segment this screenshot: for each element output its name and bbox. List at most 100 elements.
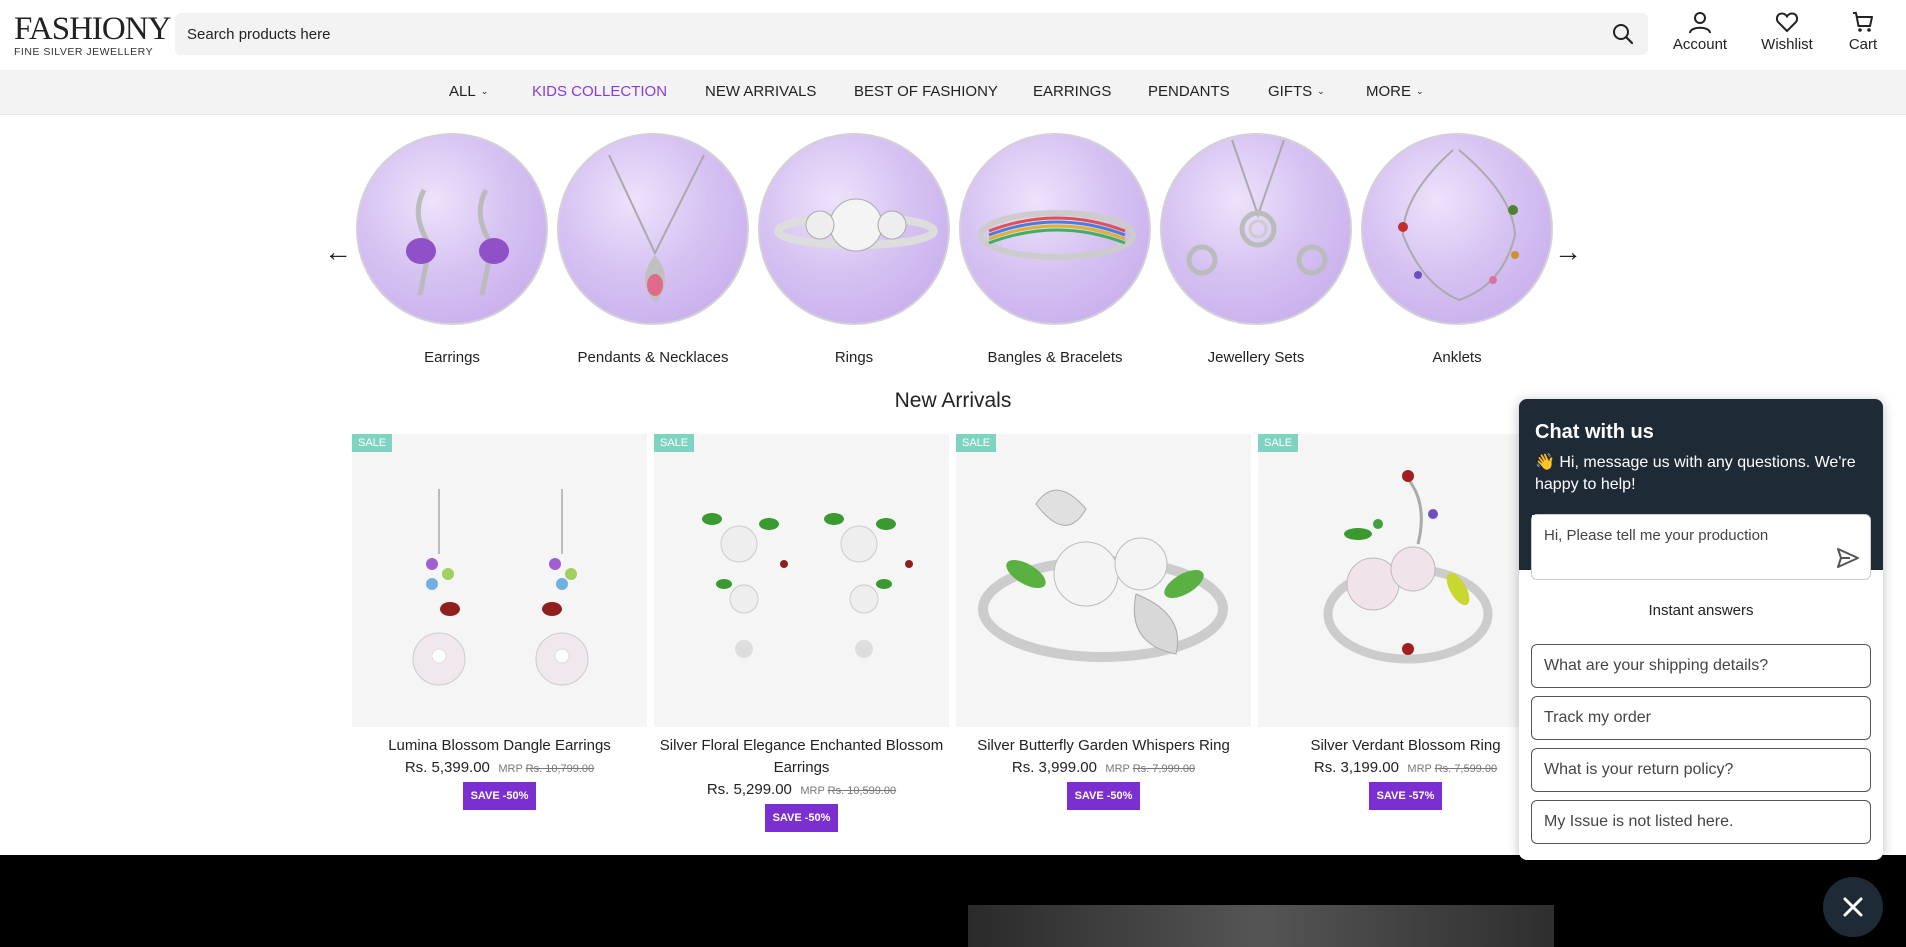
mrp-value: Rs. 10,599.00 [827,785,897,797]
nav-item-label: MORE [1366,83,1411,100]
bangle-image [959,133,1151,325]
category-pendants-necklaces[interactable]: Pendants & Necklaces [557,133,749,366]
chat-message-input[interactable] [1532,515,1822,575]
nav-item-kids-collection[interactable]: KIDS COLLECTION [532,83,667,100]
category-rings[interactable]: Rings [758,133,950,366]
logo-main-text: FASHIONY [14,11,171,47]
category-anklets[interactable]: Anklets [1361,133,1553,366]
cart-icon [1843,10,1883,34]
product-price: Rs. 3,999.00 [1011,759,1097,776]
nav-item-label: PENDANTS [1148,83,1230,100]
cart-button[interactable]: Cart [1843,10,1883,53]
product-card[interactable]: SALE Silver Verdant Blossom Ring Rs. 3,1… [1258,434,1553,810]
chat-subtitle: 👋 Hi, message us with any questions. We'… [1535,454,1856,493]
jewellery-set-image [1160,133,1352,325]
cart-label: Cart [1848,36,1878,53]
product-price: Rs. 5,399.00 [404,759,490,776]
product-image[interactable]: SALE [1258,434,1553,727]
save-badge: SAVE -50% [764,804,839,832]
product-price: Rs. 3,199.00 [1313,759,1399,776]
product-price: Rs. 5,299.00 [706,781,792,798]
product-card[interactable]: SALE Lumina Blossom Dangle Earrings Rs. … [352,434,647,810]
save-badge: SAVE -57% [1368,782,1443,810]
chat-widget: Chat with us 👋 Hi, message us with any q… [1519,399,1883,860]
quick-reply-shipping[interactable]: What are your shipping details? [1531,644,1871,688]
product-name[interactable]: Lumina Blossom Dangle Earrings [352,735,647,757]
product-image[interactable]: SALE [956,434,1251,727]
nav-item-label: BEST OF FASHIONY [854,83,998,100]
logo-sub-text: FINE SILVER JEWELLERY [14,46,154,58]
nav-item-best-of-fashiony[interactable]: BEST OF FASHIONY [854,83,998,100]
category-label: Rings [834,349,874,366]
mrp-value: Rs. 7,999.00 [1132,763,1196,775]
nav-item-earrings[interactable]: EARRINGS [1033,83,1111,100]
mrp-label: MRP [498,763,523,775]
nav-item-label: GIFTS [1268,83,1313,100]
chat-title: Chat with us [1535,421,1654,443]
chevron-down-icon: ⌄ [480,86,489,96]
category-jewellery-sets[interactable]: Jewellery Sets [1160,133,1352,366]
nav-item-gifts[interactable]: GIFTS ⌄ [1268,83,1325,100]
category-label: Earrings [424,349,480,366]
sale-badge: SALE [654,434,695,452]
earrings-image [356,133,548,325]
product-name[interactable]: Silver Verdant Blossom Ring [1258,735,1553,757]
nav-item-label: NEW ARRIVALS [705,83,817,100]
instant-answers-label: Instant answers [1648,602,1754,619]
account-button[interactable]: Account [1670,10,1730,53]
mrp-label: MRP [1105,763,1130,775]
product-name[interactable]: Silver Butterfly Garden Whispers Ring [956,735,1251,757]
product-mrp: MRP Rs. 7,599.00 [1407,763,1497,775]
search-icon[interactable] [1612,23,1634,45]
nav-item-label: KIDS COLLECTION [532,83,668,100]
site-header: FASHIONY FINE SILVER JEWELLERY Account W… [0,0,1906,70]
video-section [0,855,1906,947]
quick-reply-not-listed[interactable]: My Issue is not listed here. [1531,800,1871,844]
product-image[interactable]: SALE [352,434,647,727]
product-image[interactable]: SALE [654,434,949,727]
nav-item-label: EARRINGS [1033,83,1112,100]
mrp-value: Rs. 10,799.00 [525,763,595,775]
close-icon [1823,897,1883,941]
video-thumbnail[interactable] [968,905,1554,947]
nav-item-new-arrivals[interactable]: NEW ARRIVALS [705,83,816,100]
nav-item-pendants[interactable]: PENDANTS [1148,83,1230,100]
category-label: Jewellery Sets [1207,349,1305,366]
chat-close-button[interactable] [1823,877,1883,937]
pendant-image [557,133,749,325]
category-earrings[interactable]: Earrings [356,133,548,366]
chevron-down-icon: ⌄ [1317,86,1325,96]
user-icon [1670,10,1730,34]
chat-input-box [1531,514,1871,580]
nav-item-label: ALL [449,83,476,100]
logo[interactable]: FASHIONY FINE SILVER JEWELLERY [14,11,171,58]
chevron-down-icon: ⌄ [1416,86,1424,96]
save-badge: SAVE -50% [1066,782,1141,810]
carousel-next-arrow[interactable]: → [1554,236,1582,268]
product-mrp: MRP Rs. 10,599.00 [800,785,896,797]
product-card[interactable]: SALE Silver Butterfly Garden Whispers Ri… [956,434,1251,810]
quick-reply-return-policy[interactable]: What is your return policy? [1531,748,1871,792]
quick-reply-track-order[interactable]: Track my order [1531,696,1871,740]
nav-item-more[interactable]: MORE ⌄ [1366,83,1424,100]
ring-image [758,133,950,325]
price-row: Rs. 5,399.00 MRP Rs. 10,799.00 [352,757,647,780]
wishlist-button[interactable]: Wishlist [1756,10,1818,53]
category-label: Pendants & Necklaces [577,349,729,366]
sale-badge: SALE [956,434,997,452]
mrp-value: Rs. 7,599.00 [1434,763,1498,775]
product-name[interactable]: Silver Floral Elegance Enchanted Blossom… [654,735,949,779]
price-row: Rs. 3,999.00 MRP Rs. 7,999.00 [956,757,1251,780]
mrp-label: MRP [800,785,825,797]
price-row: Rs. 3,199.00 MRP Rs. 7,599.00 [1258,757,1553,780]
carousel-prev-arrow[interactable]: ← [324,236,352,268]
nav-item-all[interactable]: ALL ⌄ [449,83,488,100]
send-icon[interactable] [1836,547,1860,569]
wishlist-label: Wishlist [1761,36,1813,53]
mrp-label: MRP [1407,763,1432,775]
product-card[interactable]: SALE Silver Floral Elegance Enchanted Bl… [654,434,949,832]
search-input[interactable] [175,13,1555,55]
heart-icon [1756,10,1818,34]
category-bangles-bracelets[interactable]: Bangles & Bracelets [959,133,1151,366]
product-mrp: MRP Rs. 10,799.00 [498,763,594,775]
